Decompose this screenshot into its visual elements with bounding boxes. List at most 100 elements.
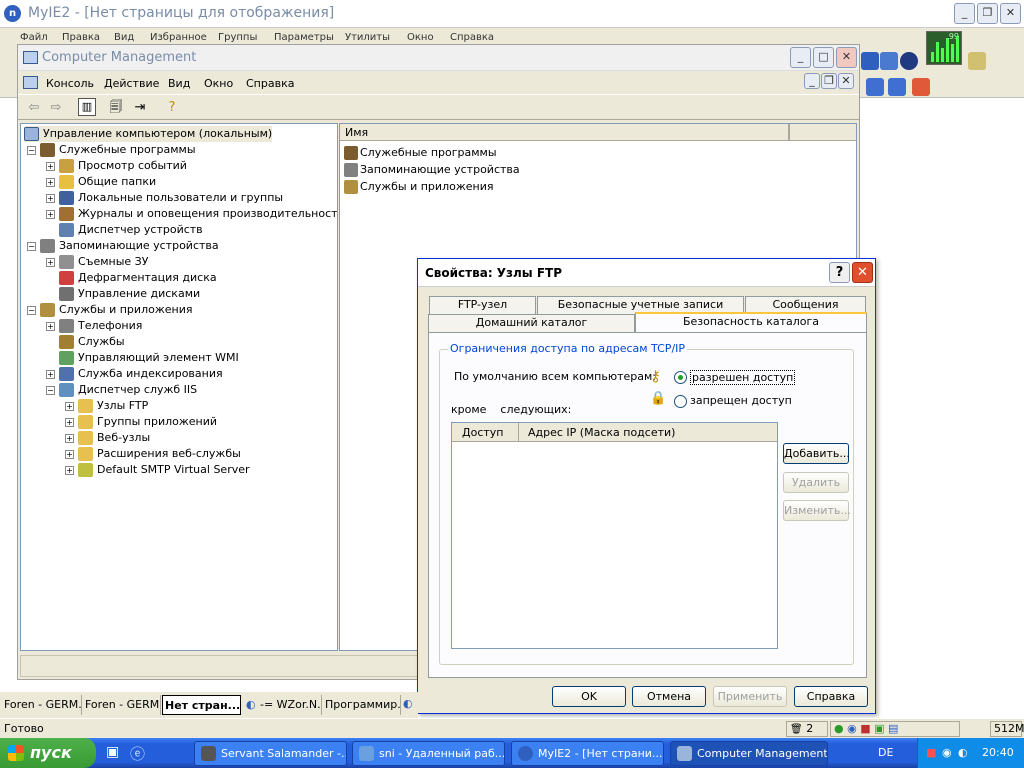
ip-address-list[interactable]: Доступ Адрес IP (Маска подсети) <box>451 422 778 649</box>
quicklaunch-icon[interactable]: ▣ <box>106 744 119 760</box>
taskbar-myie2[interactable]: MyIE2 - [Нет страни... <box>511 741 664 766</box>
status-icon[interactable]: ◉ <box>847 722 857 735</box>
show-hide-tree-icon[interactable]: ▥ <box>78 98 96 116</box>
list-item[interactable]: Службы и приложения <box>344 178 493 195</box>
expand-toggle-icon[interactable]: − <box>27 145 36 155</box>
forward-arrow-icon[interactable]: ⇨ <box>46 98 66 118</box>
export-list-icon[interactable]: ⇥ <box>130 98 150 118</box>
expand-toggle-icon[interactable]: + <box>46 193 55 203</box>
tree-item[interactable]: Диспетчер устройств <box>46 222 203 238</box>
close-button[interactable]: ✕ <box>852 262 873 283</box>
column-name[interactable]: Имя <box>345 126 368 139</box>
start-button[interactable]: пуск <box>0 738 96 768</box>
ie-close-icon[interactable] <box>912 78 930 96</box>
tree-item[interactable]: − Диспетчер служб IIS <box>46 382 197 398</box>
expand-toggle-icon[interactable]: − <box>27 241 36 251</box>
tray-icon[interactable]: ◐ <box>958 746 968 759</box>
tree-item[interactable]: + Расширения веб-службы <box>65 446 241 462</box>
ie-menu-help[interactable]: Справка <box>450 32 494 43</box>
ie-menu-tools[interactable]: Утилиты <box>345 32 390 43</box>
ie-toolbar-icon[interactable] <box>861 52 879 70</box>
expand-toggle-icon[interactable]: + <box>65 433 74 443</box>
tree-item[interactable]: + Телефония <box>46 318 142 334</box>
tray-icon[interactable]: ◉ <box>942 746 952 759</box>
tree-item[interactable]: Управление дисками <box>46 286 200 302</box>
ie-edit-icon[interactable] <box>968 52 986 70</box>
expand-toggle-icon[interactable]: − <box>46 385 55 395</box>
column-ip[interactable]: Адрес IP (Маска подсети) <box>528 426 675 439</box>
expand-toggle-icon[interactable]: + <box>65 417 74 427</box>
tree-item[interactable]: Дефрагментация диска <box>46 270 217 286</box>
ie-menu-window[interactable]: Окно <box>407 32 434 43</box>
menu-action[interactable]: Действие <box>104 77 159 90</box>
status-icon[interactable]: ● <box>834 722 844 735</box>
list-item[interactable]: Запоминающие устройства <box>344 161 520 178</box>
list-item[interactable]: Служебные программы <box>344 144 497 161</box>
ie-tab[interactable]: Foren - GERM... <box>83 695 161 715</box>
ie-minimize-button[interactable]: _ <box>954 3 975 24</box>
ie-quicklaunch-icon[interactable]: ⓔ <box>130 743 145 764</box>
status-icon[interactable]: ▤ <box>888 722 898 735</box>
tree-root[interactable]: Управление компьютером (локальным) <box>24 126 273 142</box>
menu-window[interactable]: Окно <box>204 77 233 90</box>
ie-toolbar-icon[interactable] <box>880 52 898 70</box>
expand-toggle-icon[interactable]: + <box>46 209 55 219</box>
back-arrow-icon[interactable]: ⇦ <box>24 98 44 118</box>
mdi-close-button[interactable]: ✕ <box>838 73 854 89</box>
ie-tab[interactable]: Foren - GERM... <box>2 695 82 715</box>
help-dialog-button[interactable]: Справка <box>794 686 868 707</box>
tree-item[interactable]: + Служба индексирования <box>46 366 223 382</box>
tree-item[interactable]: + Просмотр событий <box>46 158 187 174</box>
ie-menu-favorites[interactable]: Избранное <box>150 32 207 43</box>
menu-console[interactable]: Консоль <box>46 77 94 90</box>
ie-menu-view[interactable]: Вид <box>114 32 134 43</box>
tree-item[interactable]: + Узлы FTP <box>65 398 148 414</box>
radio-denied[interactable] <box>674 395 687 408</box>
cancel-button[interactable]: Отмена <box>632 686 706 707</box>
ok-button[interactable]: OK <box>552 686 626 707</box>
console-icon[interactable] <box>23 76 38 89</box>
ie-menu-file[interactable]: Файл <box>20 32 48 43</box>
tree-item[interactable]: − Служебные программы <box>27 142 196 158</box>
tree-item[interactable]: + Default SMTP Virtual Server <box>65 462 250 478</box>
taskbar-servant-salamander[interactable]: Servant Salamander -... <box>194 741 347 766</box>
help-icon[interactable]: ? <box>162 98 182 118</box>
expand-toggle-icon[interactable]: + <box>46 177 55 187</box>
cm-maximize-button[interactable]: □ <box>813 47 834 68</box>
taskbar-computer-management[interactable]: Computer Management <box>670 741 828 766</box>
ie-tab-active[interactable]: Нет стран... <box>162 695 241 715</box>
tab-ftp-site[interactable]: FTP-узел <box>429 296 536 314</box>
ie-menu-groups[interactable]: Группы <box>218 32 257 43</box>
tree-item[interactable]: + Съемные ЗУ <box>46 254 148 270</box>
tree-item[interactable]: + Общие папки <box>46 174 156 190</box>
apply-button[interactable]: Применить <box>713 686 787 707</box>
expand-toggle-icon[interactable]: + <box>46 369 55 379</box>
menu-view[interactable]: Вид <box>168 77 190 90</box>
clock[interactable]: 20:40 <box>982 746 1014 759</box>
add-button[interactable]: Добавить... <box>783 443 850 464</box>
remove-button[interactable]: Удалить <box>783 472 849 493</box>
tray-icon[interactable]: ■ <box>926 746 936 759</box>
mdi-minimize-button[interactable]: _ <box>804 73 820 89</box>
mdi-restore-button[interactable]: ❐ <box>821 73 837 89</box>
tree-item[interactable]: + Журналы и оповещения производительности <box>46 206 337 222</box>
cm-minimize-button[interactable]: _ <box>790 47 811 68</box>
expand-toggle-icon[interactable]: + <box>65 465 74 475</box>
ie-minimize-icon[interactable] <box>866 78 884 96</box>
tree-item[interactable]: + Веб-узлы <box>65 430 150 446</box>
column-separator[interactable] <box>788 124 790 141</box>
tab-home-directory[interactable]: Домашний каталог <box>428 314 635 332</box>
expand-toggle-icon[interactable]: + <box>46 257 55 267</box>
cm-close-button[interactable]: ✕ <box>836 47 857 68</box>
taskbar-remote-desktop[interactable]: sni - Удаленный раб... <box>352 741 505 766</box>
ie-menu-options[interactable]: Параметры <box>274 32 334 43</box>
expand-toggle-icon[interactable]: + <box>46 161 55 171</box>
tree-item[interactable]: Управляющий элемент WMI <box>46 350 239 366</box>
column-access[interactable]: Доступ <box>462 426 503 439</box>
tree-item[interactable]: − Запоминающие устройства <box>27 238 219 254</box>
edit-button[interactable]: Изменить... <box>783 500 851 521</box>
tab-directory-security[interactable]: Безопасность каталога <box>635 312 867 332</box>
ie-tab[interactable]: Программир... <box>323 695 401 715</box>
radio-granted-label[interactable]: разрешен доступ <box>690 370 796 385</box>
ie-menu-edit[interactable]: Правка <box>62 32 100 43</box>
